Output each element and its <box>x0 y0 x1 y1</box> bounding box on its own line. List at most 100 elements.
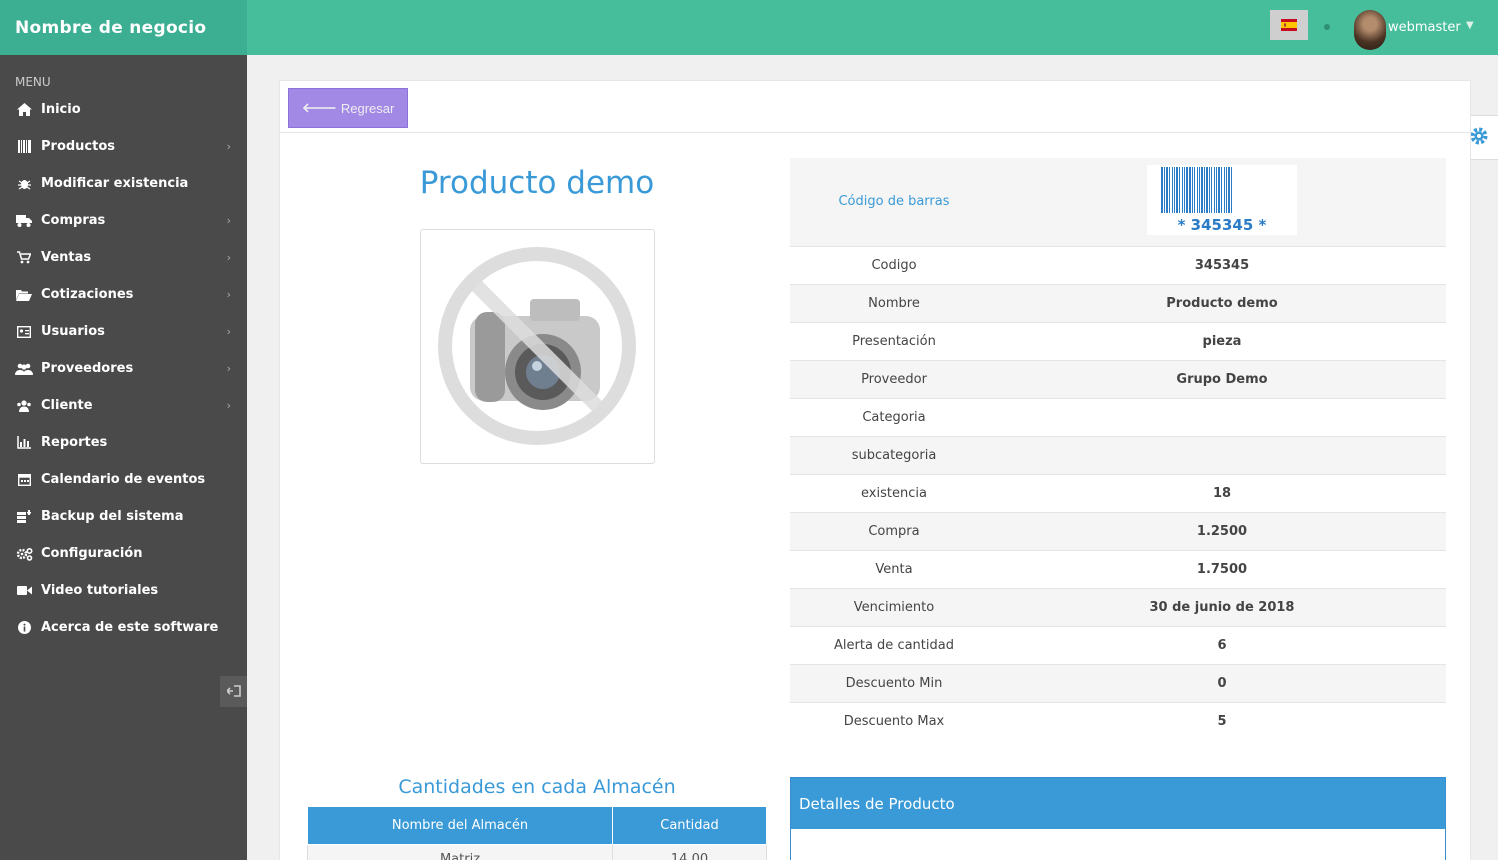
brand-title[interactable]: Nombre de negocio <box>0 0 247 55</box>
sidebar-item-backup[interactable]: Backup del sistema <box>0 498 247 535</box>
chevron-right-icon: › <box>226 325 231 338</box>
field-label: Categoria <box>790 397 998 436</box>
table-row: Compra 1.2500 <box>790 511 1446 550</box>
barcode-bar <box>1211 166 1212 213</box>
sidebar-item-label: Reportes <box>41 435 108 450</box>
language-button[interactable] <box>1270 10 1308 40</box>
sidebar-item-reportes[interactable]: Reportes <box>0 424 247 461</box>
sidebar-item-video-tutoriales[interactable]: Video tutoriales <box>0 572 247 609</box>
sidebar-item-label: Backup del sistema <box>41 509 184 524</box>
stock-section-title: Cantidades en cada Almacén <box>398 776 676 798</box>
field-value: 345345 <box>998 245 1446 284</box>
table-header-row: Nombre del Almacén Cantidad <box>307 806 767 845</box>
field-value: Grupo Demo <box>998 359 1446 398</box>
barcode-bar <box>1216 166 1217 213</box>
sidebar-item-label: Ventas <box>41 250 92 265</box>
warehouse-name: Matriz <box>307 844 613 860</box>
barcode-bar <box>1214 166 1215 213</box>
sidebar-item-inicio[interactable]: Inicio <box>0 91 247 128</box>
barcode-bar <box>1209 166 1210 213</box>
field-label: Proveedor <box>790 359 998 398</box>
caret-down-icon[interactable]: ▼ <box>1466 20 1474 31</box>
barcode-bar <box>1166 166 1168 213</box>
table-row: Presentación pieza <box>790 321 1446 360</box>
folder-open-icon <box>15 288 33 302</box>
truck-icon <box>15 214 33 228</box>
sidebar-item-usuarios[interactable]: Usuarios › <box>0 313 247 350</box>
product-panel: 🡐 Regresar Producto demo Código de barra… <box>279 80 1471 860</box>
sidebar-collapse-button[interactable] <box>220 676 247 707</box>
barcode-bars <box>1161 166 1232 213</box>
sidebar-item-productos[interactable]: Productos › <box>0 128 247 165</box>
calendar-icon <box>15 473 33 487</box>
product-image <box>420 229 655 464</box>
barcode-bar <box>1204 166 1205 213</box>
product-title: Producto demo <box>419 165 655 201</box>
sidebar-item-label: Calendario de eventos <box>41 472 206 487</box>
menu-header: MENU <box>15 75 51 89</box>
status-dot <box>1324 24 1330 30</box>
field-value: 0 <box>998 663 1446 702</box>
user-name[interactable]: webmaster <box>1388 20 1461 35</box>
barcode-bar <box>1172 166 1173 213</box>
barcode-bar <box>1199 166 1200 213</box>
back-button[interactable]: 🡐 Regresar <box>288 88 409 128</box>
back-button-label: Regresar <box>340 100 395 116</box>
column-header: Nombre del Almacén <box>307 806 613 845</box>
barcode-bar <box>1226 166 1227 213</box>
barcode-bar <box>1174 166 1175 213</box>
field-value: 18 <box>998 473 1446 512</box>
product-info-table: Código de barras * 345345 * Codigo 345345… <box>790 158 1446 740</box>
video-icon <box>15 584 33 598</box>
sidebar-item-label: Proveedores <box>41 361 134 376</box>
stock-table: Nombre del Almacén Cantidad Matriz 14.00 <box>307 806 767 860</box>
barcode-bar <box>1176 166 1178 213</box>
bug-icon <box>15 177 33 191</box>
sidebar-item-modificar-existencia[interactable]: Modificar existencia <box>0 165 247 202</box>
database-icon <box>15 510 33 524</box>
product-details-box: Detalles de Producto <box>790 777 1446 860</box>
barcode-bar <box>1206 166 1208 213</box>
barcode-bar <box>1228 166 1230 213</box>
panel-header: 🡐 Regresar <box>280 81 1470 133</box>
sidebar-item-configuracion[interactable]: Configuración <box>0 535 247 572</box>
sidebar-item-label: Inicio <box>41 102 81 117</box>
table-row: subcategoria <box>790 435 1446 474</box>
table-row: Proveedor Grupo Demo <box>790 359 1446 398</box>
barcode-bar <box>1179 166 1180 213</box>
field-value: 1.2500 <box>998 511 1446 550</box>
chevron-right-icon: › <box>226 362 231 375</box>
field-label: subcategoria <box>790 435 998 474</box>
group-icon <box>15 399 33 413</box>
id-card-icon <box>15 325 33 339</box>
barcode-bar <box>1184 166 1185 213</box>
sidebar-item-acerca[interactable]: Acerca de este software <box>0 609 247 646</box>
home-icon <box>15 103 33 117</box>
sidebar-item-proveedores[interactable]: Proveedores › <box>0 350 247 387</box>
chevron-right-icon: › <box>226 214 231 227</box>
table-row: existencia 18 <box>790 473 1446 512</box>
top-navbar: webmaster ▼ <box>247 0 1498 55</box>
avatar[interactable] <box>1354 10 1386 50</box>
sidebar-item-cliente[interactable]: Cliente › <box>0 387 247 424</box>
details-title: Detalles de Producto <box>791 778 1445 829</box>
table-row: Matriz 14.00 <box>307 844 767 860</box>
chevron-right-icon: › <box>226 251 231 264</box>
barcode-bar <box>1186 166 1188 213</box>
barcode-bar <box>1197 166 1198 213</box>
sidebar-item-label: Compras <box>41 213 106 228</box>
field-label: Nombre <box>790 283 998 322</box>
sidebar-item-calendario[interactable]: Calendario de eventos <box>0 461 247 498</box>
table-row: Alerta de cantidad 6 <box>790 625 1446 664</box>
arrow-left-icon: 🡐 <box>302 100 337 115</box>
chevron-right-icon: › <box>226 399 231 412</box>
sidebar-item-label: Video tutoriales <box>41 583 159 598</box>
table-row: Codigo 345345 <box>790 245 1446 284</box>
table-row: Venta 1.7500 <box>790 549 1446 588</box>
sidebar-item-ventas[interactable]: Ventas › <box>0 239 247 276</box>
barcode-image: * 345345 * <box>1147 164 1297 235</box>
spain-flag-icon <box>1281 16 1297 35</box>
sidebar-item-cotizaciones[interactable]: Cotizaciones › <box>0 276 247 313</box>
sidebar-item-compras[interactable]: Compras › <box>0 202 247 239</box>
sidebar-menu: Inicio Productos › Modificar existencia … <box>0 91 247 646</box>
